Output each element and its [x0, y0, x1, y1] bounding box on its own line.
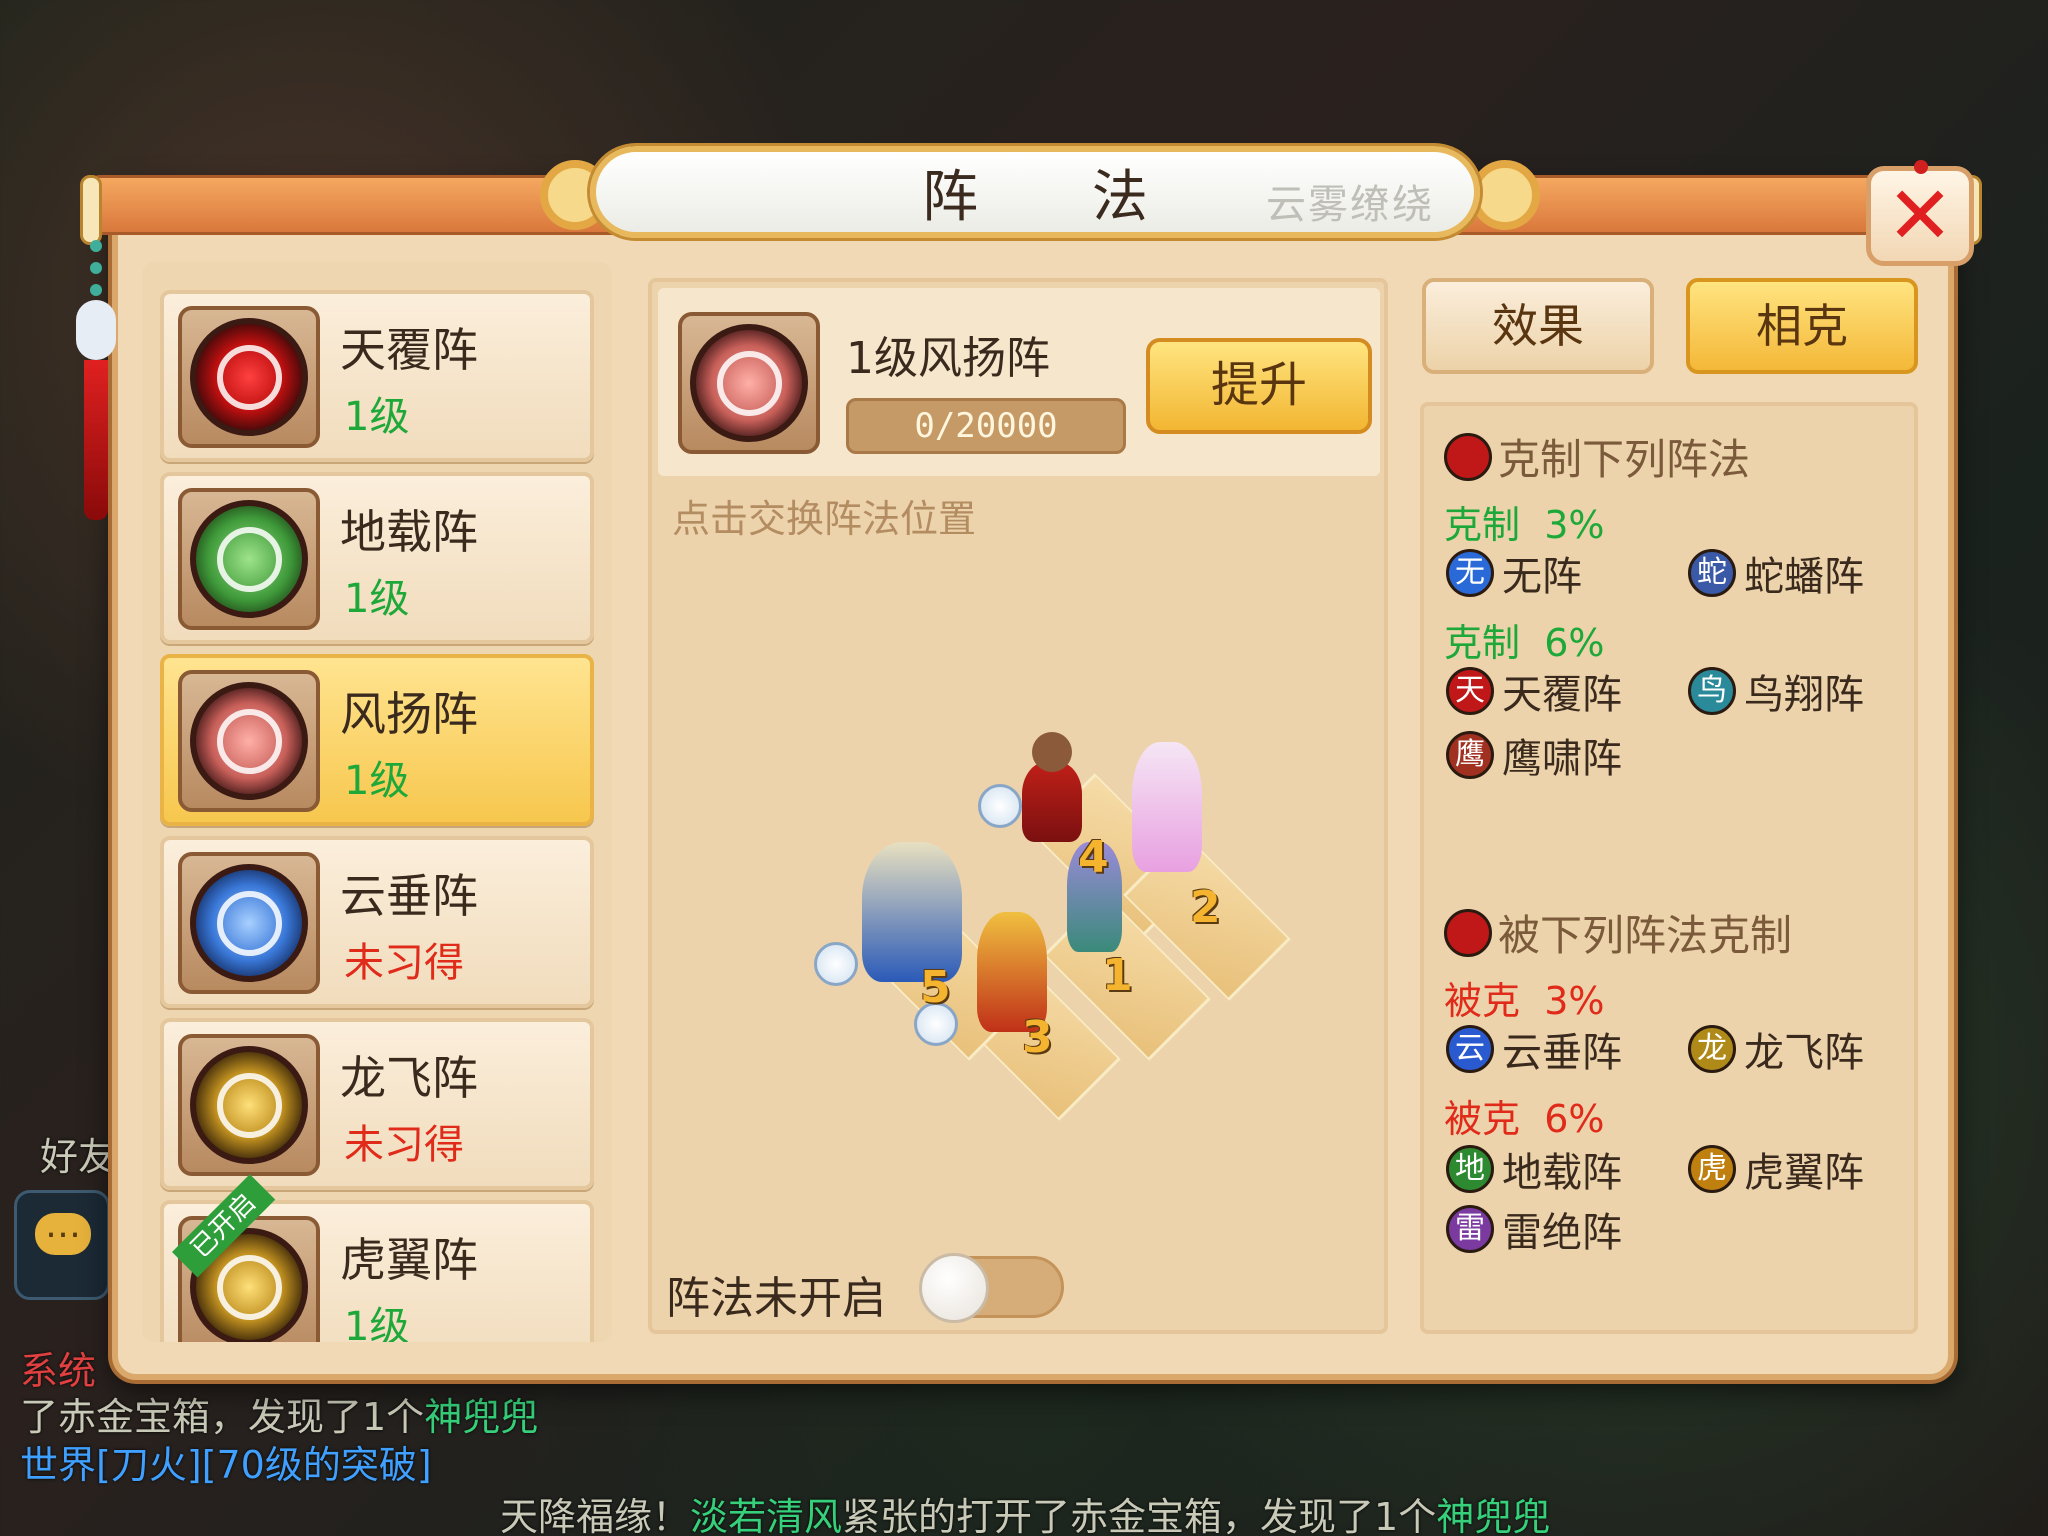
current-formation-box: 1级风扬阵 0/20000 提升	[658, 288, 1380, 476]
character-head-4	[1032, 732, 1072, 772]
friends-label[interactable]: 好友	[40, 1126, 116, 1181]
dialog-title: 阵 法	[922, 164, 1196, 230]
longfei-formation-icon	[190, 1046, 308, 1164]
tab-effect[interactable]: 效果	[1422, 278, 1654, 374]
counter-entry: 鹰 鹰啸阵	[1446, 726, 1622, 784]
slot-number-3: 3	[1022, 1012, 1053, 1063]
tianfu-mini-icon: 天	[1446, 667, 1494, 715]
chat-line-1: 了赤金宝箱，发现了1个神兜兜	[20, 1395, 539, 1439]
formation-detail-panel: 1级风扬阵 0/20000 提升 点击交换阵法位置 4 2 1 3 5 阵法未开…	[648, 278, 1388, 1334]
beats-6pct-label: 克制 6%	[1444, 621, 1605, 665]
formation-toggle-label: 阵法未开启	[666, 1273, 886, 1324]
huyi-mini-icon: 虎	[1688, 1145, 1736, 1193]
jade-pendant-decoration	[76, 240, 116, 540]
counter-relations-panel: 克制下列阵法 克制 3% 无 无阵 蛇 蛇蟠阵 克制 6% 天 天覆阵 鸟 鸟翔…	[1420, 402, 1918, 1334]
longfei-mini-icon: 龙	[1688, 1025, 1736, 1073]
counter-entry: 龙 龙飞阵	[1688, 1020, 1864, 1078]
swap-position-hint: 点击交换阵法位置	[672, 497, 977, 541]
formation-toggle[interactable]	[919, 1253, 1064, 1323]
counter-entry: 虎 虎翼阵	[1688, 1140, 1864, 1198]
beaten-6pct-label: 被克 6%	[1444, 1097, 1605, 1141]
yunchui-formation-icon	[190, 864, 308, 982]
dizai-mini-icon: 地	[1446, 1145, 1494, 1193]
header-end-left	[80, 175, 102, 245]
slot-number-1: 1	[1102, 950, 1133, 1001]
title-plate: 阵 法 云雾缭绕	[590, 146, 1480, 238]
formation-item-tianfu[interactable]: 天覆阵 1级	[160, 290, 594, 462]
scroll-ornament-right	[1470, 160, 1540, 230]
toggle-knob	[919, 1253, 989, 1323]
chat-line-3: 天降福缘！淡若清风紧张的打开了赤金宝箱，发现了1个神兜兜	[500, 1495, 1551, 1536]
counter-entry: 鸟 鸟翔阵	[1688, 662, 1864, 720]
upgrade-button[interactable]: 提升	[1146, 338, 1372, 434]
counter-entry: 地 地载阵	[1446, 1140, 1622, 1198]
character-slot-2[interactable]	[1132, 742, 1202, 872]
beats-section-title: 克制下列阵法	[1444, 426, 1750, 487]
title-ink-decoration: 云雾缭绕	[1266, 182, 1434, 228]
beaten-section-title: 被下列阵法克制	[1444, 902, 1792, 963]
character-slot-4[interactable]	[1022, 762, 1082, 842]
fengyang-formation-icon	[190, 682, 308, 800]
beats-3pct-label: 克制 3%	[1444, 503, 1605, 547]
shepan-formation-icon: 蛇	[1688, 549, 1736, 597]
counter-entry: 云 云垂阵	[1446, 1020, 1622, 1078]
fengyang-mini-icon	[1444, 432, 1492, 481]
chat-system-tag: 系统	[20, 1349, 97, 1393]
empty-slot-orb[interactable]	[814, 942, 858, 986]
formation-board[interactable]: 4 2 1 3 5	[802, 702, 1362, 1182]
current-formation-icon	[690, 324, 808, 442]
formation-list[interactable]: 天覆阵 1级 地载阵 1级 风扬阵 1级 云垂阵 未习得 龙飞阵 未习得 已开启…	[142, 262, 612, 1342]
counter-entry: 蛇 蛇蟠阵	[1688, 544, 1864, 602]
close-button[interactable]: ✕	[1866, 166, 1974, 266]
formation-item-huyi[interactable]: 已开启 虎翼阵 1级	[160, 1174, 594, 1342]
niaoxiang-formation-icon: 鸟	[1688, 667, 1736, 715]
fengyang-mini-icon	[1444, 908, 1492, 957]
slot-number-5: 5	[920, 962, 951, 1013]
exp-progress-bar: 0/20000	[846, 398, 1126, 454]
leijue-formation-icon: 雷	[1446, 1205, 1494, 1253]
beaten-3pct-label: 被克 3%	[1444, 979, 1605, 1023]
dizai-formation-icon	[190, 500, 308, 618]
slot-number-2: 2	[1190, 882, 1221, 933]
counter-entry: 无 无阵	[1446, 544, 1582, 602]
close-knot-icon	[1914, 160, 1928, 174]
formation-item-yunchui[interactable]: 云垂阵 未习得	[160, 836, 594, 1008]
tab-counter[interactable]: 相克	[1686, 278, 1918, 374]
close-icon: ✕	[1886, 169, 1954, 262]
counter-entry: 雷 雷绝阵	[1446, 1200, 1622, 1258]
formation-item-fengyang[interactable]: 风扬阵 1级	[160, 654, 594, 826]
formation-item-dizai[interactable]: 地载阵 1级	[160, 472, 594, 644]
current-formation-name: 1级风扬阵	[846, 333, 1050, 384]
yunchui-mini-icon: 云	[1446, 1025, 1494, 1073]
tianfu-formation-icon	[190, 318, 308, 436]
wu-formation-icon: 无	[1446, 549, 1494, 597]
chat-bubble-button[interactable]	[14, 1190, 110, 1300]
counter-entry: 天 天覆阵	[1446, 662, 1622, 720]
character-slot-5[interactable]	[862, 842, 962, 982]
yingxiao-formation-icon: 鹰	[1446, 731, 1494, 779]
formation-item-longfei[interactable]: 龙飞阵 未习得	[160, 1018, 594, 1190]
exp-progress-text: 0/20000	[914, 406, 1058, 446]
empty-slot-orb[interactable]	[978, 784, 1022, 828]
slot-number-4: 4	[1078, 832, 1109, 883]
chat-line-2: 世界[刀火][70级的突破]	[20, 1443, 432, 1487]
